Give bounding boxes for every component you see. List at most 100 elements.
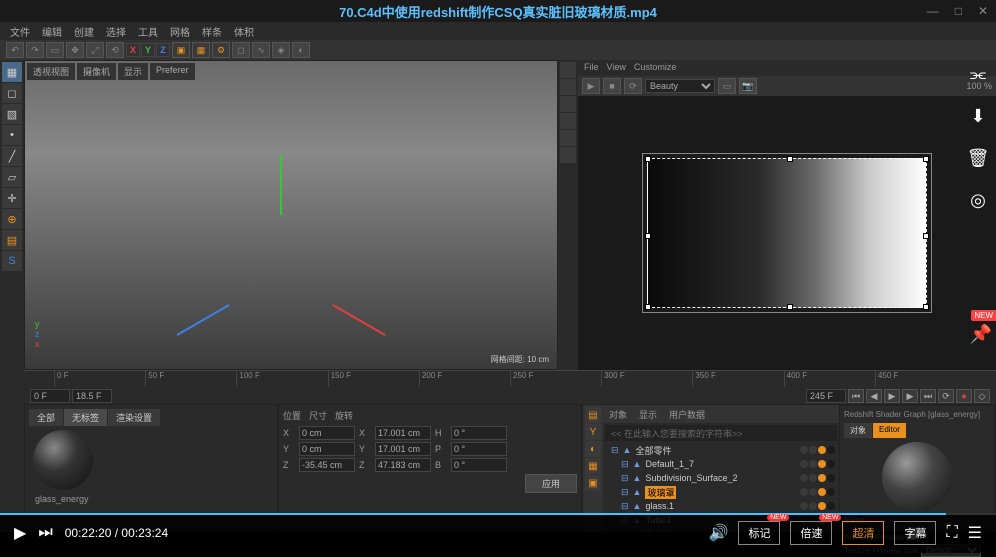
tl-next[interactable]: ▶ xyxy=(902,389,918,403)
settings-icon[interactable]: ◎ xyxy=(964,186,992,214)
vp-tab-disp[interactable]: 显示 xyxy=(118,63,148,80)
shtab-obj[interactable]: 对象 xyxy=(844,423,872,438)
vp-tool-2[interactable] xyxy=(560,79,576,95)
rv-render[interactable]: ▶ xyxy=(582,78,600,94)
shtab-editor[interactable]: Editor xyxy=(873,423,906,438)
redo-button[interactable]: ↷ xyxy=(26,42,44,58)
size-z[interactable] xyxy=(375,458,431,472)
coord-rot[interactable]: 旋转 xyxy=(335,409,353,422)
objhead-user[interactable]: 用户数据 xyxy=(669,408,705,421)
spline-primitive[interactable]: ∿ xyxy=(252,42,270,58)
play-pause-button[interactable]: ▶ xyxy=(14,523,26,543)
axis-x[interactable]: X xyxy=(126,43,140,57)
vp-tool-6[interactable] xyxy=(560,147,576,163)
pos-x[interactable] xyxy=(299,426,355,440)
vp-tool-1[interactable] xyxy=(560,62,576,78)
coord-pos[interactable]: 位置 xyxy=(283,409,301,422)
mark-button[interactable]: 标记NEW xyxy=(738,521,780,545)
coord-size[interactable]: 尺寸 xyxy=(309,409,327,422)
next-button[interactable]: ⏭ xyxy=(38,524,52,542)
mattab-all[interactable]: 全部 xyxy=(29,409,63,426)
pos-z[interactable] xyxy=(299,458,355,472)
vp-tool-3[interactable] xyxy=(560,96,576,112)
mattab-render[interactable]: 渲染设置 xyxy=(108,409,160,426)
tl-start[interactable] xyxy=(30,389,70,403)
render-region[interactable]: ▦ xyxy=(192,42,210,58)
coord-apply[interactable]: 应用 xyxy=(525,474,577,493)
rot-p[interactable] xyxy=(451,442,507,456)
soft-select[interactable]: S xyxy=(2,251,22,271)
point-mode[interactable]: • xyxy=(2,125,22,145)
tl-loop[interactable]: ⟳ xyxy=(938,389,954,403)
poly-mode[interactable]: ▱ xyxy=(2,167,22,187)
rv-aov[interactable]: Beauty xyxy=(645,79,715,93)
rv-snapshot[interactable]: 📷 xyxy=(739,78,757,94)
obj-item[interactable]: ⊟▲glass.1 xyxy=(603,499,839,513)
mattab-notag[interactable]: 无标签 xyxy=(64,409,107,426)
menu-edit[interactable]: 编辑 xyxy=(42,24,62,38)
timeline-ruler[interactable]: 0 F50 F100 F150 F200 F250 F300 F350 F400… xyxy=(24,371,996,387)
volume-icon[interactable]: 🔊 xyxy=(709,523,729,543)
fullscreen-button[interactable]: ⛶ xyxy=(946,524,957,542)
menu-mesh[interactable]: 网格 xyxy=(170,24,190,38)
share-icon[interactable]: ⫘ xyxy=(964,60,992,88)
object-mode[interactable]: ◻ xyxy=(2,83,22,103)
max-button[interactable]: □ xyxy=(955,4,962,18)
tl-prev[interactable]: ◀ xyxy=(866,389,882,403)
pin-icon[interactable]: 📌 xyxy=(970,324,992,345)
tl-first[interactable]: ⏮ xyxy=(848,389,864,403)
objcol-4[interactable]: ▦ xyxy=(585,458,601,474)
menu-spline[interactable]: 样条 xyxy=(202,24,222,38)
move-tool[interactable]: ✥ xyxy=(66,42,84,58)
menu-create[interactable]: 创建 xyxy=(74,24,94,38)
rv-view[interactable]: View xyxy=(607,62,626,74)
tl-current[interactable] xyxy=(72,389,112,403)
tl-key[interactable]: ◇ xyxy=(974,389,990,403)
pos-y[interactable] xyxy=(299,442,355,456)
snap-toggle[interactable]: ⊕ xyxy=(2,209,22,229)
tl-rec[interactable]: ● xyxy=(956,389,972,403)
objhead-disp[interactable]: 显示 xyxy=(639,408,657,421)
objcol-2[interactable]: Y xyxy=(585,424,601,440)
vp-tab-cam[interactable]: 摄像机 xyxy=(77,63,116,80)
objcol-1[interactable]: ▤ xyxy=(585,407,601,423)
obj-item[interactable]: ⊟▲全部零件 xyxy=(603,443,839,457)
rv-customize[interactable]: Customize xyxy=(634,62,677,74)
viewport[interactable]: 透视视图 摄像机 显示 Preferer yzx 网格间距: 10 cm xyxy=(24,60,558,370)
axis-z[interactable]: Z xyxy=(156,43,170,57)
model-mode[interactable]: ▦ xyxy=(2,62,22,82)
subtitle-button[interactable]: 字幕 xyxy=(894,521,936,545)
obj-search[interactable]: << 在此输入您要搜索的字符串>> xyxy=(605,425,837,441)
objhead-obj[interactable]: 对象 xyxy=(609,408,627,421)
menu-volume[interactable]: 体积 xyxy=(234,24,254,38)
menu-tool[interactable]: 工具 xyxy=(138,24,158,38)
rotate-tool[interactable]: ⟲ xyxy=(106,42,124,58)
vp-tool-4[interactable] xyxy=(560,113,576,129)
workplane[interactable]: ▤ xyxy=(2,230,22,250)
rv-file[interactable]: File xyxy=(584,62,599,74)
shader-preview[interactable] xyxy=(882,442,952,512)
menu-file[interactable]: 文件 xyxy=(10,24,30,38)
obj-item[interactable]: ⊟▲Subdivision_Surface_2 xyxy=(603,471,839,485)
menu-select[interactable]: 选择 xyxy=(106,24,126,38)
obj-item[interactable]: ⊟▲玻璃罩 xyxy=(603,485,839,499)
objcol-3[interactable]: ◐ xyxy=(585,441,601,457)
render-button[interactable]: ▣ xyxy=(172,42,190,58)
playlist-button[interactable]: ☰ xyxy=(968,523,982,543)
tl-play[interactable]: ▶ xyxy=(884,389,900,403)
close-button[interactable]: ✕ xyxy=(978,4,988,18)
cube-primitive[interactable]: ◻ xyxy=(232,42,250,58)
download-icon[interactable]: ⬇ xyxy=(964,102,992,130)
rot-h[interactable] xyxy=(451,426,507,440)
generator[interactable]: ◈ xyxy=(272,42,290,58)
delete-icon[interactable]: 🗑 xyxy=(964,144,992,172)
size-x[interactable] xyxy=(375,426,431,440)
rot-b[interactable] xyxy=(451,458,507,472)
size-y[interactable] xyxy=(375,442,431,456)
rv-stop[interactable]: ■ xyxy=(603,78,621,94)
select-tool[interactable]: ▭ xyxy=(46,42,64,58)
undo-button[interactable]: ↶ xyxy=(6,42,24,58)
render-settings[interactable]: ⚙ xyxy=(212,42,230,58)
material-preview[interactable] xyxy=(33,430,93,490)
tl-end[interactable] xyxy=(806,389,846,403)
